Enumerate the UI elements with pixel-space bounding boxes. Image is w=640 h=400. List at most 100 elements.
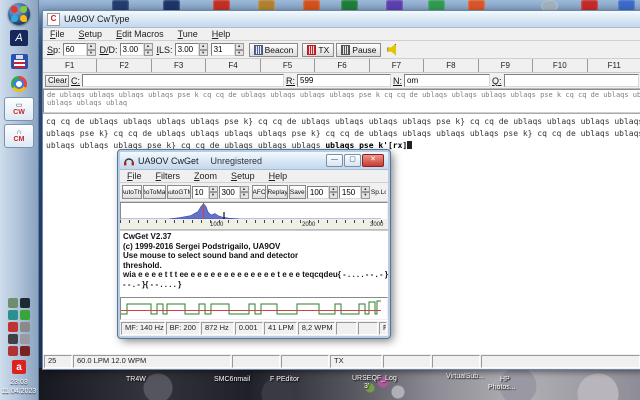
callsign-input[interactable]	[82, 74, 284, 87]
cwtype-titlebar[interactable]: C UA9OV CwType	[43, 11, 640, 28]
close-button[interactable]: ✕	[362, 154, 384, 167]
spin1-value[interactable]: 10	[192, 186, 209, 199]
tray-icon[interactable]	[20, 322, 30, 332]
save-button[interactable]: Save	[289, 185, 306, 199]
spin4-value[interactable]: 150	[339, 186, 361, 199]
ils-value[interactable]: 3.00	[175, 43, 199, 56]
name-input[interactable]: om	[404, 74, 490, 87]
speed-spinner[interactable]: 60 ▲▼	[63, 43, 96, 56]
taskbar-clock[interactable]: 23:03 11.04.2023	[2, 378, 37, 396]
cwtype-taskbar-button[interactable]: ▭ CW	[4, 97, 34, 121]
menu-setup[interactable]: Setup	[72, 28, 110, 40]
fkey-f7[interactable]: F7	[370, 59, 424, 72]
start-button[interactable]	[8, 3, 30, 25]
tray-icon[interactable]	[20, 310, 30, 320]
clear-button[interactable]: Clear	[45, 75, 69, 87]
gotomax-button[interactable]: GoToMax	[143, 185, 166, 199]
desktop-icon-label[interactable]: SMC6nmail	[214, 376, 250, 383]
spinner-arrows-icon[interactable]: ▲▼	[87, 43, 96, 56]
spinner-arrows-icon[interactable]: ▲▼	[361, 186, 370, 199]
tray-icon[interactable]	[20, 334, 30, 344]
maximize-button[interactable]: ▢	[344, 154, 361, 167]
menu-edit-macros[interactable]: Edit Macros	[109, 28, 171, 40]
taskbar-app-button[interactable]	[7, 74, 31, 94]
fkey-f2[interactable]: F2	[97, 59, 151, 72]
menu-file[interactable]: File	[43, 28, 72, 40]
replay-button[interactable]: Replay	[267, 185, 287, 199]
dd-value[interactable]: 3.00	[120, 43, 144, 56]
tx-button[interactable]: TX	[302, 43, 334, 57]
speed-lock-label[interactable]: Sp.Loc	[371, 189, 386, 196]
fkey-f6[interactable]: F6	[315, 59, 369, 72]
afc-button[interactable]: AFC	[252, 185, 267, 199]
pause-button[interactable]: Pause	[336, 43, 381, 57]
ruler-label-1000: 1000	[210, 222, 223, 228]
menu-tune[interactable]: Tune	[171, 28, 205, 40]
spectrum-display[interactable]	[120, 202, 388, 220]
menu-zoom[interactable]: Zoom	[187, 170, 224, 182]
beacon-button[interactable]: Beacon	[249, 43, 299, 57]
desktop-icon-label[interactable]: Photos...	[488, 384, 516, 391]
fkey-f3[interactable]: F3	[152, 59, 206, 72]
tray-icon[interactable]	[20, 346, 30, 356]
cwget-titlebar[interactable]: UA9OV CwGet Unregistered — ▢ ✕	[120, 152, 388, 170]
antivirus-tray-icon[interactable]: a	[12, 360, 26, 374]
ils-spinner[interactable]: 3.00 ▲▼	[175, 43, 208, 56]
fkey-f1[interactable]: F1	[43, 59, 97, 72]
dash-dot-spinner[interactable]: 3.00 ▲▼	[120, 43, 153, 56]
menu-setup[interactable]: Setup	[224, 170, 262, 182]
desktop-icon-label[interactable]: URSEQF_Log	[352, 375, 397, 382]
menu-help[interactable]: Help	[205, 28, 238, 40]
frequency-ruler[interactable]: 1000 2000 3000	[120, 220, 388, 230]
taskbar-app-button[interactable]: A	[7, 28, 31, 48]
desktop-icon-label[interactable]: HP	[500, 376, 510, 383]
status-frequency: 872 Hz	[201, 322, 234, 335]
spinner-arrows-icon[interactable]: ▲▼	[329, 186, 338, 199]
min-speed-spinner[interactable]: 100 ▲▼	[307, 186, 338, 199]
weight-spinner[interactable]: 31 ▲▼	[211, 43, 244, 56]
spinner-arrows-icon[interactable]: ▲▼	[235, 43, 244, 56]
spinner-arrows-icon[interactable]: ▲▼	[209, 186, 218, 199]
dd-label: D/D:	[100, 45, 118, 55]
menu-file[interactable]: File	[120, 170, 149, 182]
decoded-text-pane[interactable]: CwGet V2.37 (c) 1999-2016 Sergei Podstri…	[120, 230, 388, 297]
fkey-f8[interactable]: F8	[424, 59, 478, 72]
threshold-spinner[interactable]: 10 ▲▼	[192, 186, 218, 199]
tray-icon[interactable]	[8, 298, 18, 308]
desktop-icon-label[interactable]: TR4W	[126, 376, 146, 383]
spinner-arrows-icon[interactable]: ▲▼	[199, 43, 208, 56]
qth-input[interactable]	[504, 74, 639, 87]
taskbar-app-button[interactable]	[7, 51, 31, 71]
max-speed-spinner[interactable]: 150 ▲▼	[339, 186, 370, 199]
sent-log-pane[interactable]: de ublaqs ublaqs ublaqs ublaqs pse k cq …	[43, 89, 640, 113]
tray-icon[interactable]	[8, 346, 18, 356]
speaker-icon[interactable]	[387, 44, 399, 56]
band-spinner[interactable]: 300 ▲▼	[219, 186, 249, 199]
minimize-button[interactable]: —	[326, 154, 343, 167]
tray-icon[interactable]	[20, 298, 30, 308]
weight-value[interactable]: 31	[211, 43, 235, 56]
menu-help[interactable]: Help	[262, 170, 295, 182]
fkey-f9[interactable]: F9	[479, 59, 533, 72]
cwget-statusbar: MF: 140 Hz BF: 200 872 Hz 0.001 41 LPM 8…	[120, 320, 388, 336]
menu-filters[interactable]: Filters	[149, 170, 188, 182]
spin2-value[interactable]: 300	[219, 186, 240, 199]
tray-icon[interactable]	[8, 334, 18, 344]
speed-value[interactable]: 60	[63, 43, 87, 56]
fkey-f4[interactable]: F4	[206, 59, 260, 72]
tray-icon[interactable]	[8, 322, 18, 332]
rst-input[interactable]: 599	[297, 74, 391, 87]
spinner-arrows-icon[interactable]: ▲▼	[144, 43, 153, 56]
spinner-arrows-icon[interactable]: ▲▼	[240, 186, 249, 199]
tray-icon[interactable]	[8, 310, 18, 320]
fkey-f10[interactable]: F10	[533, 59, 587, 72]
autogtm-button[interactable]: AutoGTM	[167, 185, 190, 199]
spin3-value[interactable]: 100	[307, 186, 329, 199]
desktop-icon-label[interactable]: VirtualSub...	[446, 373, 484, 380]
fkey-f11[interactable]: F11	[588, 59, 640, 72]
fkey-f5[interactable]: F5	[261, 59, 315, 72]
autothr-button[interactable]: AutoThr	[122, 185, 142, 199]
cwget-taskbar-button[interactable]: ∩ CM	[4, 124, 34, 148]
desktop-icon-label[interactable]: F PEditor	[270, 376, 299, 383]
desktop-icon-label[interactable]: 3'	[364, 383, 369, 390]
